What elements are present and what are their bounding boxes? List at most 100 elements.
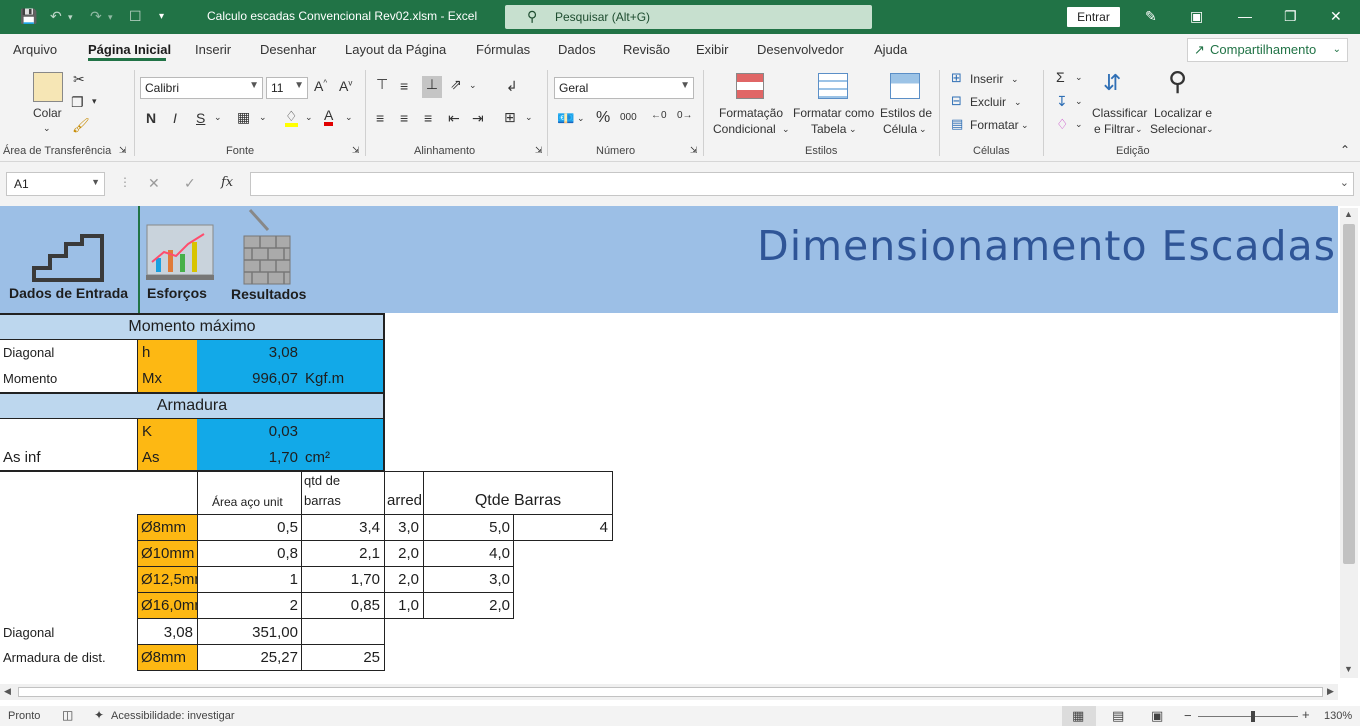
fill-icon[interactable]: ↧: [1056, 93, 1068, 110]
align-bottom-icon[interactable]: ⊥: [422, 76, 442, 98]
bar-qtde[interactable]: 3,0: [424, 567, 514, 593]
bar-qtd[interactable]: 0,85: [302, 593, 384, 619]
merge-center-icon[interactable]: ⊞: [504, 109, 516, 126]
bar-diameter[interactable]: Ø12,5mm: [138, 567, 197, 593]
delete-cells-button[interactable]: Excluir: [970, 94, 1006, 110]
align-center-icon[interactable]: ≡: [400, 110, 408, 126]
chevron-down-icon[interactable]: ⌄: [1014, 94, 1022, 110]
find-select-label-2[interactable]: Selecionar: [1150, 121, 1207, 137]
zoom-slider-thumb[interactable]: [1251, 711, 1255, 722]
as-unit[interactable]: cm²: [302, 445, 384, 471]
sort-filter-label-2[interactable]: e Filtrar: [1094, 121, 1135, 137]
orientation-icon[interactable]: ⇗: [450, 76, 462, 93]
zoom-out-icon[interactable]: −: [1184, 708, 1192, 723]
delete-cells-icon[interactable]: ⊟: [951, 93, 962, 109]
tab-exibir[interactable]: Exibir: [696, 42, 729, 57]
bar-qtd[interactable]: 2,1: [302, 541, 384, 567]
chevron-down-icon[interactable]: ⌄: [1075, 72, 1083, 83]
bar-qtde[interactable]: 5,0: [424, 515, 514, 541]
k-label[interactable]: [3, 419, 137, 445]
dist-row-v1[interactable]: 25,27: [197, 645, 302, 671]
diag-row-label[interactable]: Diagonal: [3, 620, 137, 646]
cell-styles-label-1[interactable]: Estilos de: [880, 105, 932, 121]
chevron-down-icon[interactable]: ⌄: [782, 121, 790, 137]
insert-cells-icon[interactable]: ⊞: [951, 70, 962, 86]
zoom-slider[interactable]: [1198, 716, 1298, 717]
italic-button[interactable]: I: [173, 110, 177, 126]
undo-icon[interactable]: ↶: [50, 8, 62, 25]
fill-color-icon[interactable]: ♢: [285, 109, 298, 127]
paste-button[interactable]: Colar: [33, 105, 62, 121]
horizontal-scrollbar[interactable]: ◀ ▶: [0, 684, 1338, 700]
signin-button[interactable]: Entrar: [1067, 7, 1120, 27]
decrease-font-icon[interactable]: Av: [339, 78, 352, 94]
arred-header[interactable]: arred: [387, 489, 423, 513]
momento-symbol[interactable]: Mx: [138, 366, 197, 392]
tab-formulas[interactable]: Fórmulas: [476, 42, 530, 57]
diagonal-unit[interactable]: [302, 340, 384, 366]
chevron-down-icon[interactable]: ⌄: [1135, 121, 1143, 137]
collapse-ribbon-icon[interactable]: ⌃: [1340, 143, 1350, 157]
align-left-icon[interactable]: ≡: [376, 110, 384, 126]
cut-icon[interactable]: ✂: [73, 71, 85, 88]
diag-row-v1[interactable]: 3,08: [138, 620, 197, 646]
conditional-format-label-2[interactable]: Condicional: [713, 121, 776, 137]
bar-diameter[interactable]: Ø16,0mm: [138, 593, 197, 619]
armadura-header[interactable]: Armadura: [0, 393, 384, 418]
worksheet[interactable]: Dados de Entrada Esforços Resultados Dim…: [0, 206, 1338, 678]
bar-extra[interactable]: 4: [514, 515, 612, 541]
increase-decimal-icon[interactable]: ←0: [651, 110, 667, 121]
dialog-launcher-icon[interactable]: ⇲: [119, 145, 127, 156]
dados-entrada-button[interactable]: Dados de Entrada: [0, 206, 138, 313]
resultados-button[interactable]: Resultados: [226, 206, 310, 313]
confirm-entry-icon[interactable]: ✓: [184, 175, 196, 192]
esforcos-button[interactable]: Esforços: [140, 206, 220, 313]
diagonal-value[interactable]: 3,08: [197, 340, 302, 366]
tab-arquivo[interactable]: Arquivo: [13, 42, 57, 57]
find-select-label-1[interactable]: Localizar e: [1154, 105, 1212, 121]
percent-button[interactable]: %: [596, 109, 610, 127]
pen-icon[interactable]: ✎: [1145, 8, 1157, 25]
wrap-text-icon[interactable]: ↲: [506, 78, 518, 95]
bar-arred[interactable]: 2,0: [385, 541, 423, 567]
momento-value[interactable]: 996,07: [197, 366, 302, 392]
chevron-down-icon[interactable]: ⌄: [305, 112, 313, 123]
bar-extra[interactable]: [514, 567, 612, 593]
chevron-down-icon[interactable]: ⌄: [525, 112, 533, 123]
as-label[interactable]: As inf: [3, 445, 137, 471]
font-name-select[interactable]: Calibri ▼: [140, 77, 263, 99]
autosum-icon[interactable]: Σ: [1056, 69, 1065, 85]
page-break-icon[interactable]: ▣: [1151, 708, 1163, 724]
bar-arred[interactable]: 3,0: [385, 515, 423, 541]
chevron-down-icon[interactable]: ▾: [92, 96, 97, 107]
cancel-entry-icon[interactable]: ✕: [148, 175, 160, 192]
align-right-icon[interactable]: ≡: [424, 110, 432, 126]
chevron-down-icon[interactable]: ⌄: [1206, 121, 1214, 137]
format-painter-icon[interactable]: 🖌: [72, 117, 90, 134]
area-header[interactable]: Área aço unit: [212, 492, 302, 512]
redo-dropdown-icon[interactable]: ▾: [108, 12, 113, 23]
bar-area[interactable]: 0,8: [197, 541, 302, 567]
scroll-up-icon[interactable]: ▲: [1344, 209, 1353, 219]
currency-icon[interactable]: 💶: [557, 110, 574, 127]
bar-area[interactable]: 1: [197, 567, 302, 593]
font-size-select[interactable]: 11 ▼: [266, 77, 308, 99]
diagonal-symbol[interactable]: h: [138, 340, 197, 366]
decrease-decimal-icon[interactable]: 0→: [677, 110, 693, 121]
diag-row-v2[interactable]: 351,00: [197, 620, 302, 646]
chevron-down-icon[interactable]: ⌄: [577, 113, 585, 124]
chevron-down-icon[interactable]: ⌄: [43, 120, 51, 136]
diagonal-label[interactable]: Diagonal: [3, 340, 137, 366]
bar-extra[interactable]: [514, 593, 612, 619]
maximize-icon[interactable]: ❐: [1284, 8, 1297, 25]
zoom-level[interactable]: 130%: [1324, 710, 1352, 722]
page-layout-icon[interactable]: ▤: [1112, 708, 1124, 724]
chevron-down-icon[interactable]: ⌄: [214, 112, 222, 123]
chevron-down-icon[interactable]: ⌄: [1075, 119, 1083, 130]
dist-row-label[interactable]: Armadura de dist.: [3, 645, 137, 671]
qtd-header-1[interactable]: qtd de: [304, 471, 384, 491]
bar-qtde[interactable]: 4,0: [424, 541, 514, 567]
format-cells-button[interactable]: Formatar: [970, 117, 1019, 133]
minimize-icon[interactable]: —: [1238, 8, 1252, 24]
bar-extra[interactable]: [514, 541, 612, 567]
